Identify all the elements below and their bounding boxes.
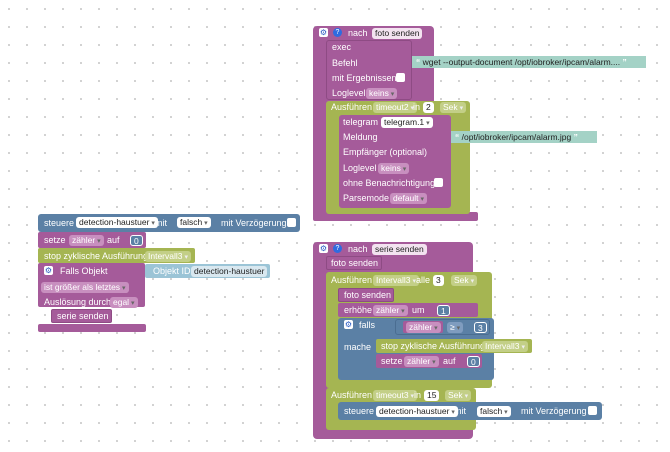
unit-dropdown[interactable]: Sek <box>451 275 478 286</box>
gear-icon[interactable]: ⚙ <box>44 266 53 275</box>
serie-senden-call-label: serie senden <box>57 311 109 321</box>
foto-senden-call-label: foto senden <box>331 258 379 268</box>
erhoehe-label: erhöhe <box>344 305 373 315</box>
loglevel2-dropdown[interactable]: keins <box>378 163 410 174</box>
auf-label: auf <box>107 235 120 245</box>
empfaenger-label: Empfänger (optional) <box>343 147 428 157</box>
meldung-label: Meldung <box>343 132 378 142</box>
loglevel-dropdown[interactable]: keins <box>366 88 398 99</box>
steuere-label: steuere <box>344 406 375 416</box>
ausfuehren-label: Ausführen <box>331 275 373 285</box>
erhoehe-variable-dropdown[interactable]: zähler <box>373 305 408 316</box>
um-label: um <box>412 305 425 315</box>
falsch-dropdown[interactable]: falsch <box>177 217 211 228</box>
ausfuehren-label: Ausführen <box>331 390 373 400</box>
setze-label: setze <box>44 235 66 245</box>
telegram-label: telegram <box>343 117 379 127</box>
unit-dropdown[interactable]: Sek <box>445 390 472 401</box>
auf-value-field[interactable]: 0 <box>130 235 143 246</box>
steuere-label: steuere <box>44 218 75 228</box>
device-dropdown[interactable]: detection-haustuer <box>376 406 458 417</box>
auf-label: auf <box>443 356 456 366</box>
function-name-field[interactable]: serie senden <box>372 244 427 255</box>
stop-label: stop zyklische Ausführung <box>381 341 486 351</box>
function-name-field[interactable]: foto senden <box>372 28 423 39</box>
in-value-field[interactable]: 15 <box>424 390 440 401</box>
alle-label: alle <box>416 275 431 285</box>
stop-label: stop zyklische Ausführung <box>44 251 149 261</box>
loglevel2-label: Loglevel <box>343 163 377 173</box>
ist-groesser-dropdown[interactable]: ist größer als letztes <box>41 282 129 293</box>
falls-objekt-label: Falls Objekt <box>60 266 108 276</box>
setze-variable-dropdown[interactable]: zähler <box>404 356 439 367</box>
loglevel-label: Loglevel <box>332 88 366 98</box>
egal-dropdown[interactable]: egal <box>110 297 138 308</box>
alle-value-field[interactable]: 3 <box>433 275 444 286</box>
device-dropdown[interactable]: detection-haustuer <box>76 217 158 228</box>
compare-value-field[interactable]: 3 <box>474 322 487 333</box>
mit-ergebnissen-checkbox[interactable] <box>396 73 405 82</box>
auf-value-field[interactable]: 0 <box>467 356 480 367</box>
mit-verzoegerung-checkbox[interactable] <box>588 406 597 415</box>
operator-dropdown[interactable]: ≥ <box>447 322 464 333</box>
befehl-string[interactable]: “ wget --output-document /opt/iobroker/i… <box>412 56 646 68</box>
parsemode-dropdown[interactable]: default <box>390 193 427 204</box>
falls-label: falls <box>359 320 376 330</box>
mit-ergebnissen-label: mit Ergebnissen <box>332 73 397 83</box>
stop-interval-dropdown[interactable]: Intervall3 <box>145 251 191 262</box>
mit-verzoegerung-checkbox[interactable] <box>287 218 296 227</box>
function-header-label: nach <box>348 244 368 254</box>
mit-label: mit <box>454 406 466 416</box>
befehl-value: wget --output-document /opt/iobroker/ipc… <box>422 57 621 67</box>
meldung-value: /opt/iobroker/ipcam/alarm.jpg <box>461 132 572 142</box>
stop-interval-dropdown[interactable]: Intervall3 <box>482 341 528 352</box>
ohne-benachrichtigung-label: ohne Benachrichtigung <box>343 178 436 188</box>
um-value-field[interactable]: 1 <box>437 305 450 316</box>
timeout-dropdown[interactable]: timeout2 <box>373 102 418 113</box>
mit-verzoegerung-label: mit Verzögerung <box>221 218 287 228</box>
parsemode-label: Parsemode <box>343 193 390 203</box>
mache-label: mache <box>344 342 372 352</box>
objekt-id-value[interactable]: detection-haustuer <box>191 266 268 277</box>
timeout-dropdown[interactable]: timeout3 <box>373 390 418 401</box>
ohne-benachrichtigung-checkbox[interactable] <box>434 178 443 187</box>
foto-senden-call-label-2: foto senden <box>344 290 392 300</box>
gear-icon[interactable]: ⚙ <box>319 244 328 253</box>
quote-icon: “ <box>455 132 460 142</box>
in-value-field[interactable]: 2 <box>423 102 434 113</box>
quote-icon: “ <box>416 57 421 67</box>
interval-dropdown[interactable]: Intervall3 <box>373 275 419 286</box>
falsch-dropdown[interactable]: falsch <box>477 406 511 417</box>
quote-icon: ” <box>573 132 578 142</box>
in-label: in <box>413 102 421 112</box>
meldung-string[interactable]: “ /opt/iobroker/ipcam/alarm.jpg ” <box>451 131 597 143</box>
gear-icon[interactable]: ⚙ <box>319 28 328 37</box>
befehl-label: Befehl <box>332 58 358 68</box>
setze-variable-dropdown[interactable]: zähler <box>69 235 104 246</box>
ausloesung-label: Auslösung durch <box>44 297 112 307</box>
exec-label: exec <box>332 42 352 52</box>
event-block-bottom-bar <box>38 324 146 332</box>
mit-label: mit <box>155 218 167 228</box>
setze-label: setze <box>381 356 403 366</box>
objekt-id-label: Objekt ID <box>153 266 191 276</box>
help-icon[interactable]: ? <box>333 28 342 37</box>
in-label: in <box>414 390 422 400</box>
mit-verzoegerung-label: mit Verzögerung <box>521 406 587 416</box>
compare-variable-dropdown[interactable]: zähler <box>406 322 441 333</box>
unit-dropdown[interactable]: Sek <box>440 102 467 113</box>
telegram-instance-dropdown[interactable]: telegram.1 <box>381 117 433 128</box>
function-header-label: nach <box>348 28 368 38</box>
gear-icon[interactable]: ⚙ <box>344 320 353 329</box>
quote-icon: ” <box>622 57 627 67</box>
help-icon[interactable]: ? <box>333 244 342 253</box>
ausfuehren-label: Ausführen <box>331 102 373 112</box>
